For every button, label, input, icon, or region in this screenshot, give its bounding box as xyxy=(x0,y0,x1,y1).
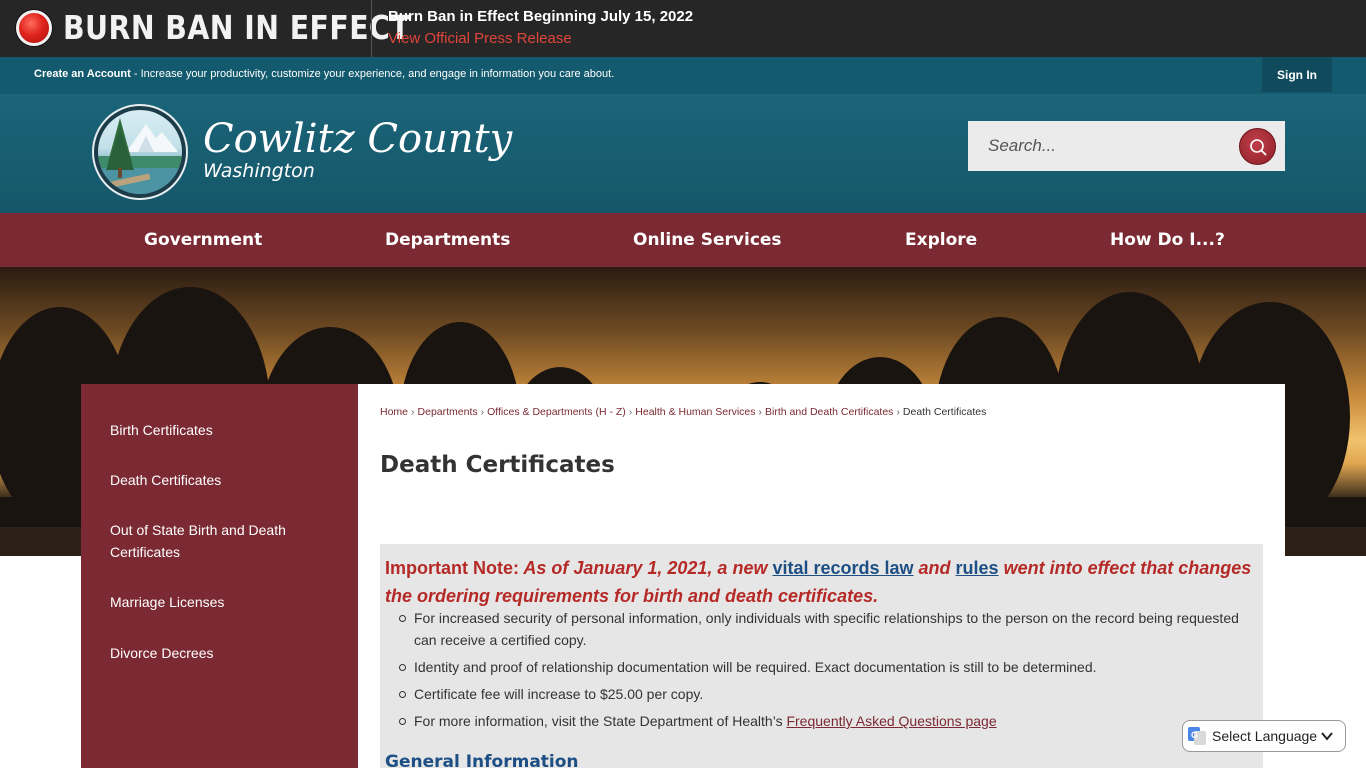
breadcrumb-separator: › xyxy=(896,406,900,418)
alert-icon xyxy=(16,10,52,46)
alert-headline: Burn Ban in Effect Beginning July 15, 20… xyxy=(388,8,694,25)
county-name: Cowlitz County xyxy=(203,116,513,162)
search-box xyxy=(968,121,1285,171)
breadcrumb-home[interactable]: Home xyxy=(380,406,408,418)
sidebar-item-birth-certificates[interactable]: Birth Certificates xyxy=(110,419,330,441)
state-name: Washington xyxy=(203,160,315,182)
breadcrumb-separator: › xyxy=(628,406,633,418)
breadcrumb-offices[interactable]: Offices & Departments (H - Z) xyxy=(487,406,626,418)
list-item: Certificate fee will increase to $25.00 … xyxy=(399,683,1259,705)
note-text: As of January 1, 2021, a new xyxy=(519,558,773,578)
nav-departments[interactable]: Departments xyxy=(385,213,510,267)
sidebar-item-divorce-decrees[interactable]: Divorce Decrees xyxy=(110,642,330,664)
breadcrumb-separator: › xyxy=(758,406,763,418)
sidebar-item-marriage-licenses[interactable]: Marriage Licenses xyxy=(110,591,330,613)
list-item: Identity and proof of relationship docum… xyxy=(399,656,1259,678)
search-button[interactable] xyxy=(1239,128,1276,165)
nav-explore[interactable]: Explore xyxy=(905,213,977,267)
nav-how-do-i[interactable]: How Do I...? xyxy=(1110,213,1225,267)
search-icon xyxy=(1250,139,1267,156)
breadcrumb-separator: › xyxy=(411,406,415,418)
create-account-link[interactable]: Create an Account xyxy=(34,68,131,80)
breadcrumb-separator: › xyxy=(480,406,485,418)
account-description: - Increase your productivity, customize … xyxy=(130,68,615,80)
language-select-label: Select Language xyxy=(1212,728,1318,744)
vital-records-law-link[interactable]: vital records law xyxy=(772,558,913,578)
alert-divider xyxy=(371,0,372,57)
list-item: For more information, visit the State De… xyxy=(399,710,1259,732)
note-bullet-list: For increased security of personal infor… xyxy=(399,607,1259,737)
breadcrumb-birth-death[interactable]: Birth and Death Certificates xyxy=(765,406,893,418)
important-note-heading: Important Note: As of January 1, 2021, a… xyxy=(385,554,1255,610)
breadcrumb: Home › Departments › Offices & Departments (… xyxy=(380,406,986,418)
section-heading-general-information: General Information xyxy=(385,752,579,768)
sign-in-button[interactable]: Sign In xyxy=(1262,57,1332,92)
rules-link[interactable]: rules xyxy=(956,558,999,578)
alert-title: BURN BAN IN EFFECT xyxy=(63,8,411,47)
account-message: Create an Account - Increase your produc… xyxy=(34,68,614,80)
nav-government[interactable]: Government xyxy=(144,213,262,267)
faq-page-link[interactable]: Frequently Asked Questions page xyxy=(786,713,996,729)
page-title: Death Certificates xyxy=(380,452,615,478)
google-translate-icon: G xyxy=(1188,727,1206,745)
nav-online-services[interactable]: Online Services xyxy=(633,213,782,267)
sidebar-item-death-certificates[interactable]: Death Certificates xyxy=(110,469,330,491)
sidebar xyxy=(81,384,358,768)
search-input[interactable] xyxy=(968,121,1233,171)
svg-text:G: G xyxy=(1191,730,1198,740)
breadcrumb-current: Death Certificates xyxy=(902,406,987,418)
account-strip: Create an Account - Increase your produc… xyxy=(0,57,1366,94)
list-item: For increased security of personal infor… xyxy=(399,607,1259,651)
sidebar-item-out-of-state[interactable]: Out of State Birth and Death Certificate… xyxy=(110,519,310,563)
county-seal-logo[interactable] xyxy=(92,104,188,200)
note-label: Important Note: xyxy=(385,558,519,578)
breadcrumb-departments[interactable]: Departments xyxy=(418,406,478,418)
press-release-link[interactable]: View Official Press Release xyxy=(388,30,572,47)
note-text: and xyxy=(913,558,956,578)
chevron-down-icon xyxy=(1321,732,1333,741)
list-item-text: For more information, visit the State De… xyxy=(414,713,787,729)
breadcrumb-health[interactable]: Health & Human Services xyxy=(635,406,755,418)
